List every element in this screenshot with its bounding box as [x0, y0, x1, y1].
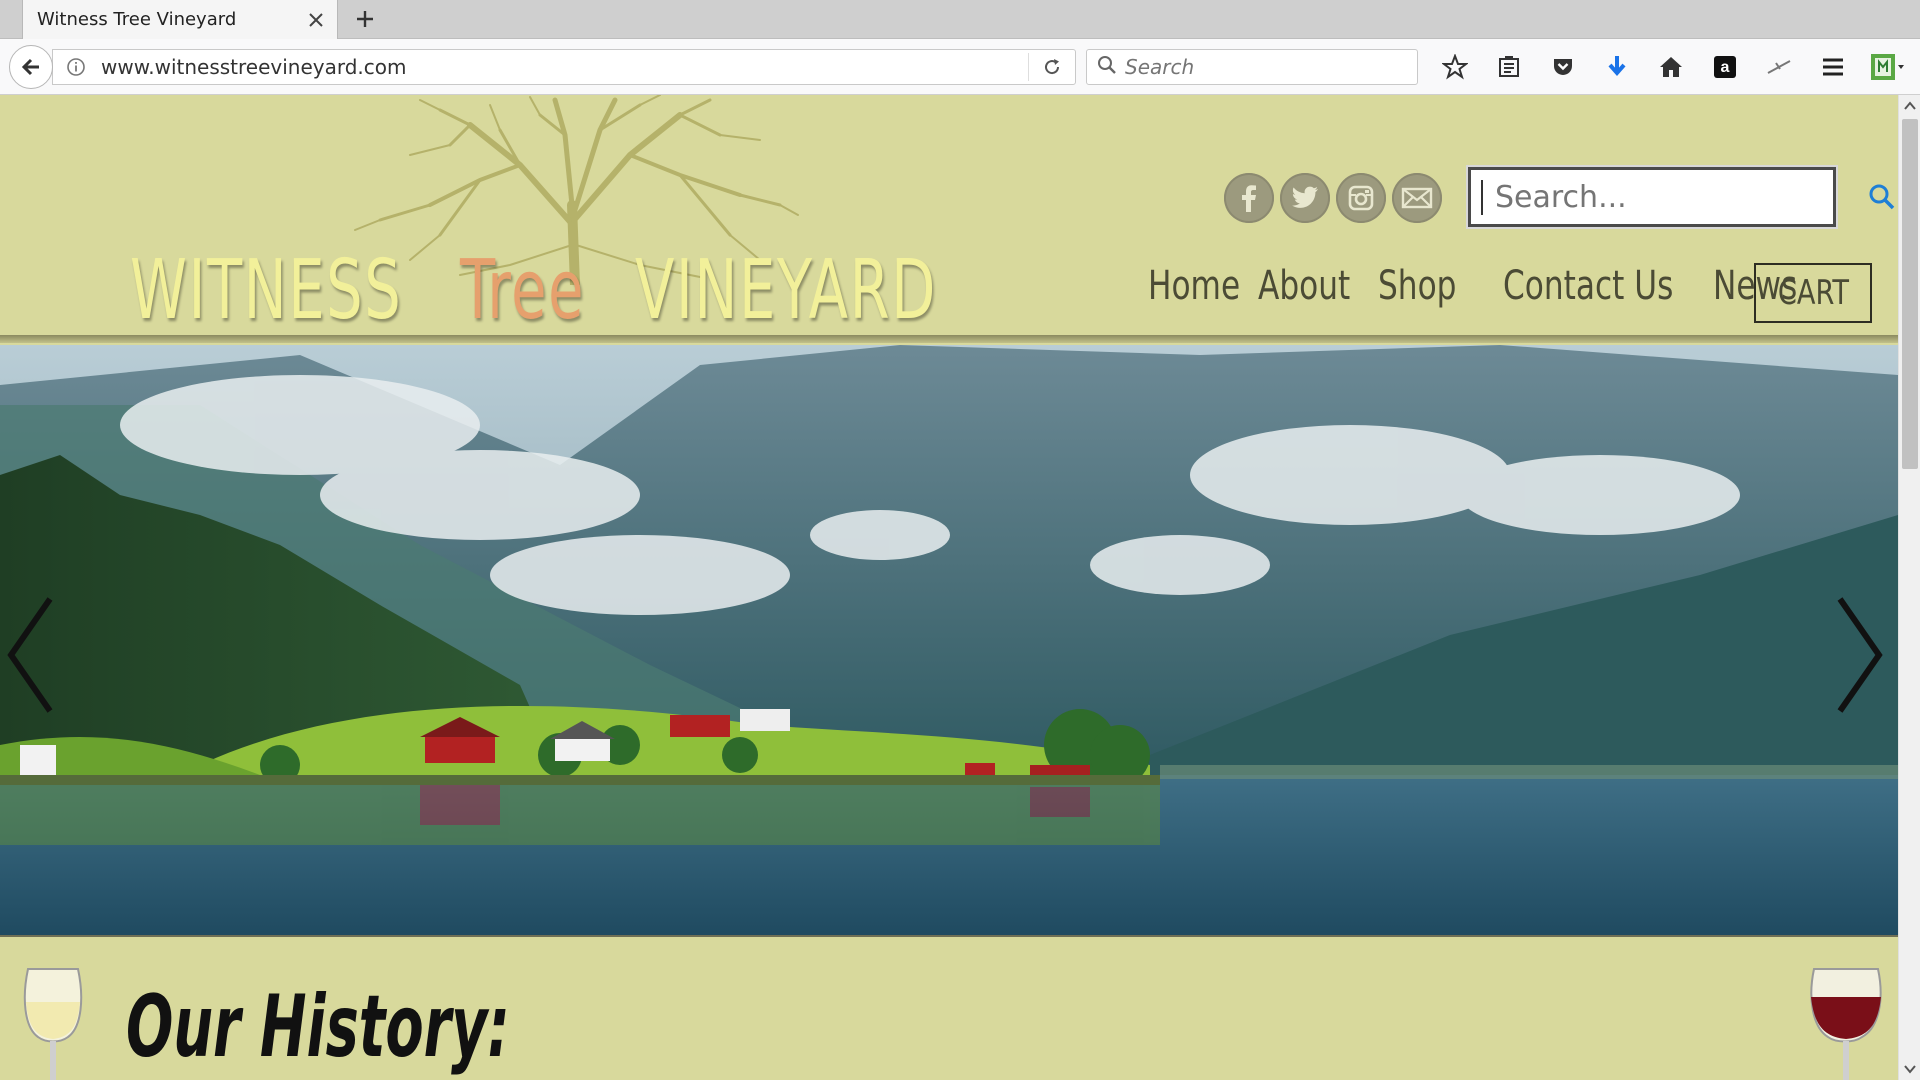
info-icon[interactable] — [61, 57, 91, 77]
site-search-input[interactable] — [1481, 179, 1868, 215]
site-search-button[interactable] — [1868, 183, 1896, 211]
browser-search-input[interactable] — [1125, 55, 1405, 79]
scrollbar-thumb[interactable] — [1902, 119, 1918, 469]
close-icon[interactable] — [301, 5, 331, 35]
reload-icon[interactable] — [1029, 50, 1075, 84]
new-tab-button[interactable] — [350, 4, 380, 34]
scroll-down-icon[interactable] — [1899, 1058, 1920, 1080]
addon-shield-icon[interactable] — [1860, 47, 1914, 87]
main-navigation: Home About Shop Contact Us News — [1148, 263, 1797, 309]
cart-button[interactable]: CART — [1754, 263, 1872, 323]
facebook-icon[interactable] — [1224, 173, 1274, 223]
hero-landscape-image — [0, 345, 1898, 935]
browser-search-box[interactable] — [1086, 49, 1418, 85]
tab-title: Witness Tree Vineyard — [37, 9, 237, 30]
site-brand-logo[interactable]: WITNESS Tree VINEYARD — [130, 250, 1015, 332]
pocket-icon[interactable] — [1536, 47, 1590, 87]
site-header: WITNESS Tree VINEYARD Search... Home Abo… — [0, 95, 1898, 335]
email-icon[interactable] — [1392, 173, 1442, 223]
nav-link-contact-us[interactable]: Contact Us — [1503, 263, 1673, 309]
brand-part-3: VINEYARD — [635, 243, 937, 338]
toolbar-icons: a — [1428, 47, 1914, 87]
site-search-box[interactable] — [1468, 167, 1895, 227]
social-links — [1224, 173, 1442, 223]
browser-tab-strip: Witness Tree Vineyard — [0, 0, 1920, 39]
nav-link-home[interactable]: Home — [1148, 263, 1240, 309]
page-scrollbar[interactable] — [1898, 95, 1920, 1080]
brand-part-2: Tree — [460, 243, 586, 338]
back-button[interactable] — [9, 45, 53, 89]
browser-toolbar: www.witnesstreevineyard.com a — [0, 39, 1920, 95]
instagram-icon[interactable] — [1336, 173, 1386, 223]
url-text[interactable]: www.witnesstreevineyard.com — [101, 55, 1028, 79]
web-page: WITNESS Tree VINEYARD Search... Home Abo… — [0, 95, 1898, 1080]
home-icon[interactable] — [1644, 47, 1698, 87]
search-icon — [1869, 184, 1895, 210]
extension-icon[interactable] — [1752, 47, 1806, 87]
slideshow-prev-arrow-icon[interactable] — [0, 585, 60, 725]
nav-link-about[interactable]: About — [1258, 263, 1350, 309]
nav-link-shop[interactable]: Shop — [1378, 263, 1456, 309]
back-arrow-icon — [21, 58, 39, 76]
cart-label: CART — [1777, 273, 1849, 313]
address-bar[interactable]: www.witnesstreevineyard.com — [52, 49, 1076, 85]
browser-tab[interactable]: Witness Tree Vineyard — [22, 0, 338, 39]
reading-list-icon[interactable] — [1482, 47, 1536, 87]
twitter-icon[interactable] — [1280, 173, 1330, 223]
search-icon — [1097, 55, 1117, 80]
section-title: Our History: — [126, 977, 510, 1077]
header-divider — [0, 335, 1898, 343]
hero-slideshow — [0, 345, 1898, 937]
brand-part-1: WITNESS — [130, 243, 403, 338]
white-wine-glass-icon — [23, 968, 83, 1080]
scroll-up-icon[interactable] — [1899, 95, 1920, 117]
amazon-icon[interactable]: a — [1698, 47, 1752, 87]
slideshow-next-arrow-icon[interactable] — [1830, 585, 1890, 725]
bookmark-star-icon[interactable] — [1428, 47, 1482, 87]
download-icon[interactable] — [1590, 47, 1644, 87]
svg-text:a: a — [1721, 59, 1730, 76]
red-wine-glass-icon — [1810, 968, 1882, 1080]
menu-icon[interactable] — [1806, 47, 1860, 87]
history-section: Our History: — [0, 937, 1898, 1080]
